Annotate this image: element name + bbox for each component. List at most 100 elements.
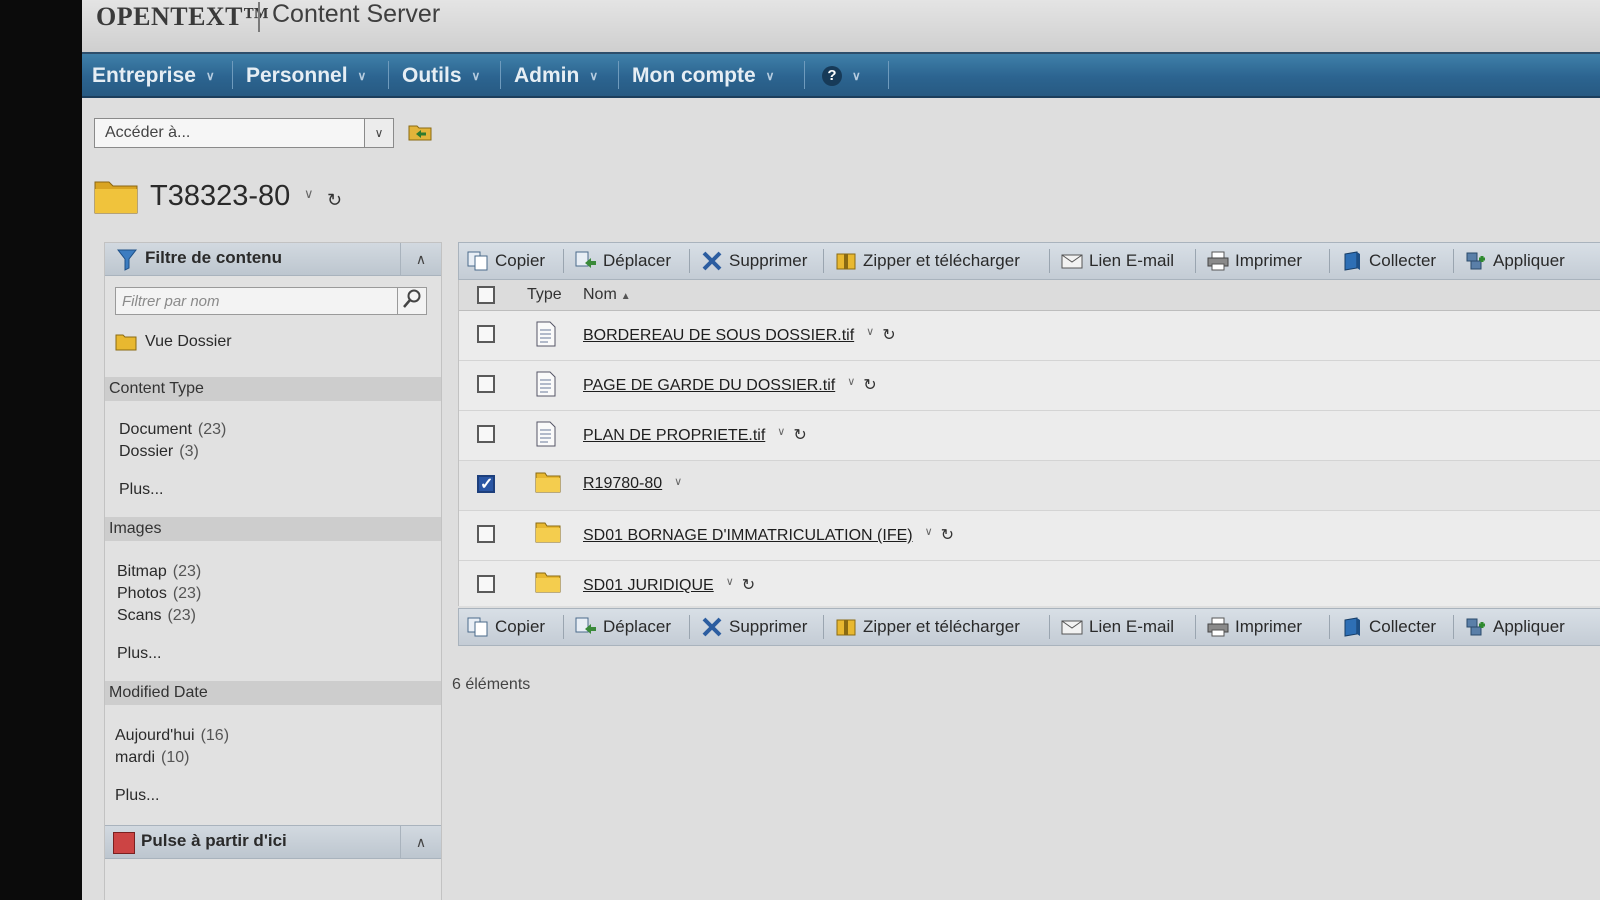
row-checkbox[interactable]: [477, 425, 495, 443]
actions-toolbar-bottom: Copier Déplacer Supprimer Zipper et télé…: [458, 608, 1600, 646]
item-name-link[interactable]: R19780-80 ∨: [583, 475, 682, 493]
facet-item-today[interactable]: Aujourd'hui (16): [115, 727, 229, 745]
delete-button[interactable]: Supprimer: [695, 243, 807, 279]
refresh-icon[interactable]: ↻: [793, 425, 806, 445]
copy-icon: [467, 251, 488, 271]
refresh-icon[interactable]: ↻: [863, 375, 876, 395]
item-name: SD01 BORNAGE D'IMMATRICULATION (IFE): [583, 527, 913, 544]
menu-entreprise-label: Entreprise: [92, 64, 196, 87]
facet-item-scans[interactable]: Scans (23): [117, 607, 196, 625]
zip-download-button[interactable]: Zipper et télécharger: [829, 243, 1020, 279]
facet-item-photos[interactable]: Photos (23): [117, 585, 201, 603]
column-type[interactable]: Type: [527, 286, 562, 304]
facet-more-link[interactable]: Plus...: [119, 481, 163, 499]
collapse-up-icon[interactable]: ∧: [400, 243, 441, 275]
move-button[interactable]: Déplacer: [569, 243, 671, 279]
item-name-link[interactable]: SD01 JURIDIQUE ∨ ↻: [583, 575, 755, 595]
collect-icon: [1344, 251, 1360, 271]
email-link-button[interactable]: Lien E-mail: [1055, 609, 1174, 645]
copy-button[interactable]: Copier: [461, 243, 545, 279]
goto-input[interactable]: [95, 119, 357, 147]
refresh-icon[interactable]: ↻: [941, 525, 954, 545]
facet-item-dossier[interactable]: Dossier (3): [119, 443, 199, 461]
row-checkbox[interactable]: [477, 325, 495, 343]
column-name[interactable]: Nom ▲: [583, 286, 631, 304]
facet-label: Scans: [117, 607, 162, 624]
toolbar-divider: [563, 249, 564, 273]
toolbar-divider: [1453, 249, 1454, 273]
print-label: Imprimer: [1235, 617, 1303, 636]
print-button[interactable]: Imprimer: [1201, 243, 1302, 279]
facet-content-type-header[interactable]: Content Type: [105, 377, 441, 401]
collect-button[interactable]: Collecter: [1335, 243, 1436, 279]
zip-download-button[interactable]: Zipper et télécharger: [829, 609, 1020, 645]
table-row: SD01 BORNAGE D'IMMATRICULATION (IFE) ∨ ↻: [459, 511, 1600, 561]
filter-by-name-input[interactable]: [116, 288, 396, 314]
row-checkbox[interactable]: [477, 375, 495, 393]
item-name-link[interactable]: PLAN DE PROPRIETE.tif ∨ ↻: [583, 425, 807, 445]
move-button[interactable]: Déplacer: [569, 609, 671, 645]
row-checkbox[interactable]: [477, 575, 495, 593]
facet-item-tuesday[interactable]: mardi (10): [115, 749, 189, 767]
content-filter-panel: Filtre de contenu ∧ Vue Dossier Content …: [104, 242, 442, 900]
toolbar-divider: [1195, 249, 1196, 273]
folder-icon: [94, 181, 138, 214]
facet-item-document[interactable]: Document (23): [119, 421, 226, 439]
refresh-icon[interactable]: ↻: [327, 190, 342, 211]
printer-icon: [1207, 251, 1229, 271]
delete-button[interactable]: Supprimer: [695, 609, 807, 645]
item-name-link[interactable]: SD01 BORNAGE D'IMMATRICULATION (IFE) ∨ ↻: [583, 525, 954, 545]
pulse-title: Pulse à partir d'ici: [141, 831, 287, 850]
facet-label: Bitmap: [117, 563, 167, 580]
chevron-down-icon[interactable]: ∨: [777, 425, 785, 438]
refresh-icon[interactable]: ↻: [742, 575, 755, 595]
collect-icon: [1344, 617, 1360, 637]
menu-admin[interactable]: Admin ∨: [514, 54, 598, 96]
chevron-down-icon: ∨: [471, 69, 481, 84]
chevron-down-icon[interactable]: ∨: [364, 119, 393, 147]
row-checkbox[interactable]: [477, 474, 495, 494]
chevron-down-icon[interactable]: ∨: [866, 325, 874, 338]
menu-entreprise[interactable]: Entreprise ∨: [92, 54, 215, 96]
collect-button[interactable]: Collecter: [1335, 609, 1436, 645]
collapse-up-icon[interactable]: ∧: [400, 826, 441, 858]
menu-admin-label: Admin: [514, 64, 580, 87]
apply-button[interactable]: Appliquer: [1459, 609, 1565, 645]
toolbar-divider: [1049, 615, 1050, 639]
menu-personnel[interactable]: Personnel ∨: [246, 54, 366, 96]
item-name-link[interactable]: PAGE DE GARDE DU DOSSIER.tif ∨ ↻: [583, 375, 877, 395]
apply-button[interactable]: Appliquer: [1459, 243, 1565, 279]
copy-label: Copier: [495, 251, 546, 270]
facet-modified-date-header[interactable]: Modified Date: [105, 681, 441, 705]
chevron-down-icon[interactable]: ∨: [925, 525, 933, 538]
toolbar-divider: [823, 249, 824, 273]
search-icon[interactable]: [397, 288, 426, 314]
folder-browse-icon[interactable]: [408, 123, 432, 141]
document-icon: [536, 371, 556, 397]
refresh-icon[interactable]: ↻: [882, 325, 895, 345]
copy-button[interactable]: Copier: [461, 609, 545, 645]
item-list: Type Nom ▲ BORDEREAU DE SOUS DOSSIER.tif ∨…: [458, 280, 1600, 611]
facet-images-header[interactable]: Images: [105, 517, 441, 541]
chevron-down-icon[interactable]: ∨: [847, 375, 855, 388]
chevron-down-icon[interactable]: ∨: [674, 475, 682, 488]
item-name: PAGE DE GARDE DU DOSSIER.tif: [583, 377, 836, 394]
chevron-down-icon[interactable]: ∨: [726, 575, 734, 588]
page-title: T38323-80: [150, 180, 291, 212]
select-all-checkbox[interactable]: [477, 286, 495, 304]
chevron-down-icon[interactable]: ∨: [304, 186, 314, 202]
print-button[interactable]: Imprimer: [1201, 609, 1302, 645]
email-link-button[interactable]: Lien E-mail: [1055, 243, 1174, 279]
menu-outils[interactable]: Outils ∨: [402, 54, 480, 96]
row-checkbox[interactable]: [477, 525, 495, 543]
content-filter-title: Filtre de contenu: [145, 248, 282, 267]
item-name-link[interactable]: BORDEREAU DE SOUS DOSSIER.tif ∨ ↻: [583, 325, 896, 345]
menu-help[interactable]: ? ∨: [822, 54, 861, 96]
folder-icon: [535, 572, 561, 593]
menu-mon-compte[interactable]: Mon compte ∨: [632, 54, 774, 96]
facet-more-link[interactable]: Plus...: [115, 787, 159, 805]
menu-divider: [804, 61, 805, 89]
facet-item-bitmap[interactable]: Bitmap (23): [117, 563, 201, 581]
facet-more-link[interactable]: Plus...: [117, 645, 161, 663]
folder-view-link[interactable]: Vue Dossier: [115, 333, 232, 351]
